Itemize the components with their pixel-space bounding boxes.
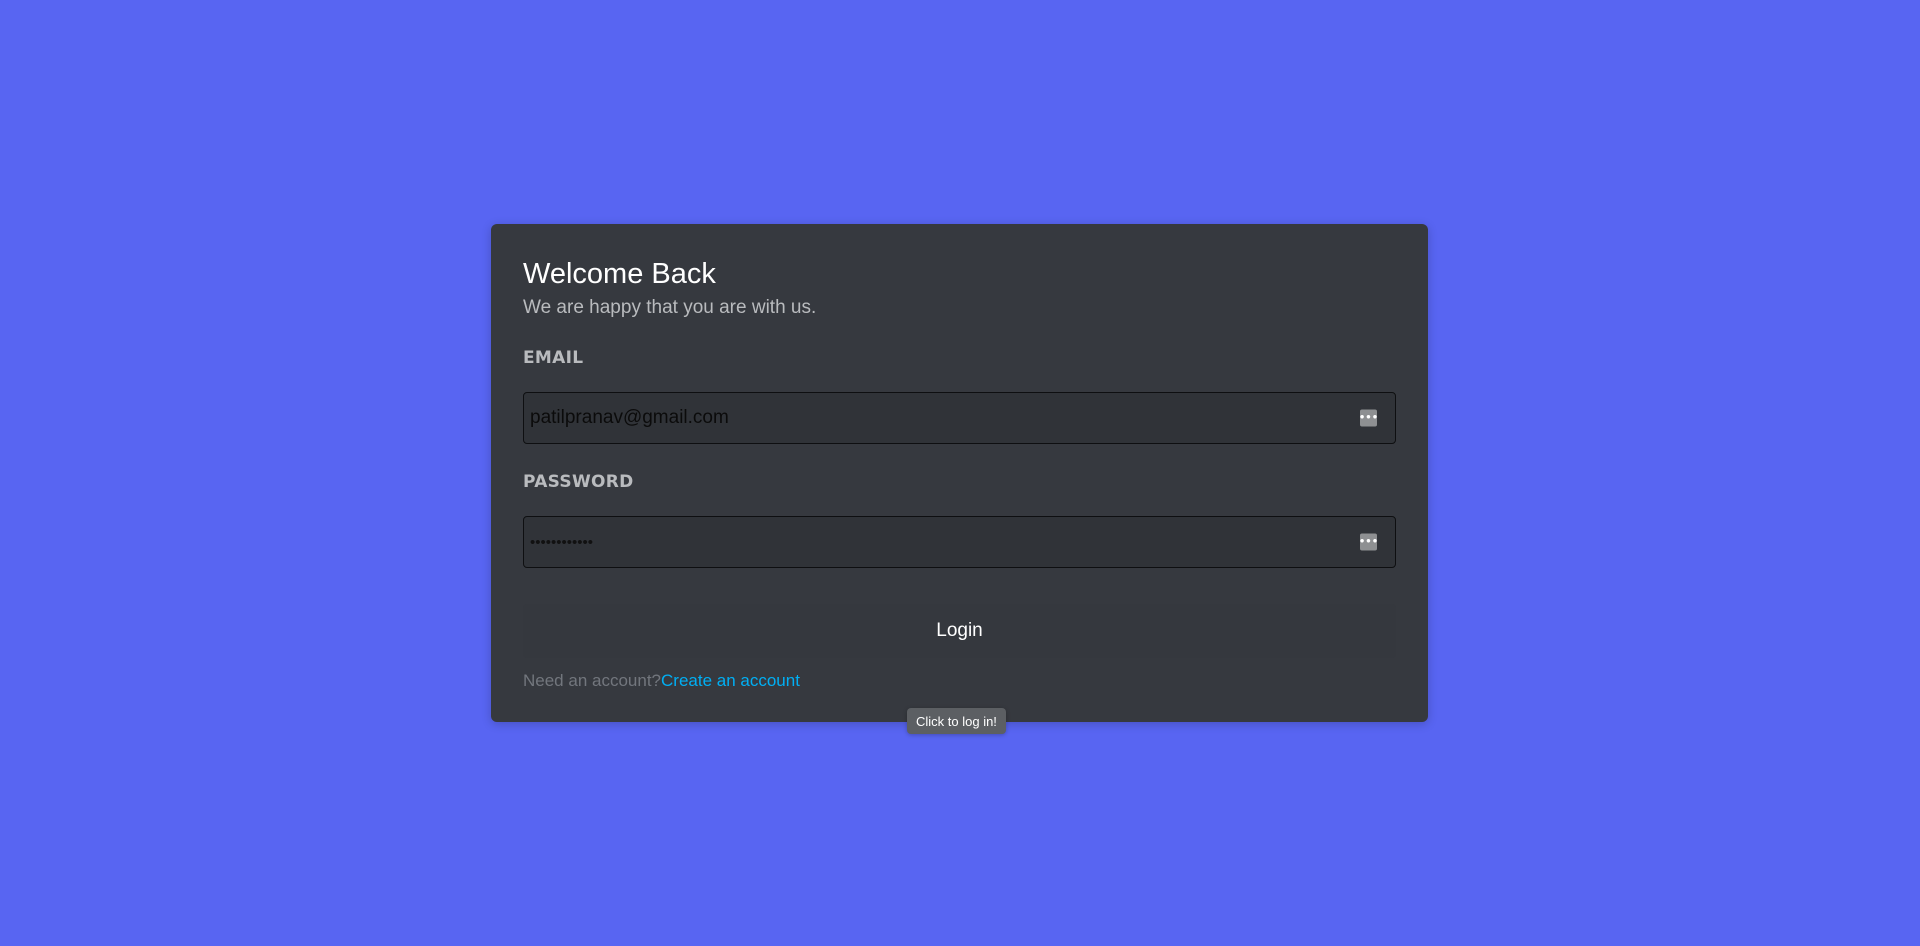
autofill-key-icon[interactable]: ••• [1359, 533, 1378, 551]
email-field-wrapper: ••• [523, 392, 1396, 444]
password-field[interactable] [524, 517, 1351, 567]
email-field[interactable] [524, 393, 1351, 443]
autofill-key-icon[interactable]: ••• [1359, 409, 1378, 427]
login-card: Welcome Back We are happy that you are w… [491, 224, 1428, 722]
page-title: Welcome Back [523, 258, 716, 290]
page-subtitle: We are happy that you are with us. [523, 297, 817, 318]
password-label: PASSWORD [523, 472, 634, 492]
email-label: EMAIL [523, 348, 584, 368]
register-line: Need an account?Create an account [523, 670, 1396, 692]
create-account-link[interactable]: Create an account [661, 671, 800, 690]
login-button[interactable]: Login [523, 604, 1396, 658]
register-prompt: Need an account? [523, 671, 661, 690]
login-tooltip: Click to log in! [907, 708, 1006, 734]
password-field-wrapper: •••••••••••• ••• [523, 516, 1396, 568]
